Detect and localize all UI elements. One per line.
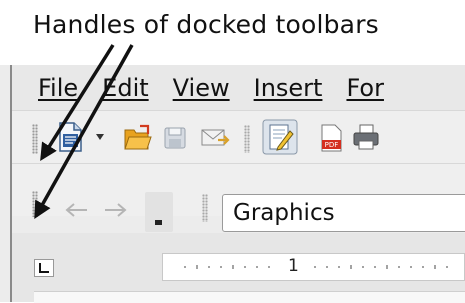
toolbar-options-button[interactable] bbox=[145, 192, 173, 232]
print-icon[interactable] bbox=[352, 123, 382, 151]
menu-file[interactable]: File bbox=[38, 74, 78, 102]
toolbar-options-icon bbox=[155, 220, 162, 225]
toolbar-separator bbox=[244, 125, 250, 153]
menu-edit[interactable]: Edit bbox=[102, 74, 148, 102]
menu-insert[interactable]: Insert bbox=[254, 74, 323, 102]
new-document-icon[interactable] bbox=[54, 121, 86, 153]
left-tab-icon bbox=[39, 263, 49, 273]
svg-text:PDF: PDF bbox=[325, 141, 339, 149]
paragraph-style-combo[interactable]: Graphics bbox=[222, 194, 465, 232]
ruler-area: 1 bbox=[12, 233, 465, 303]
menu-view[interactable]: View bbox=[173, 74, 230, 102]
menu-bar: File Edit View Insert For bbox=[12, 65, 465, 110]
horizontal-ruler[interactable]: 1 bbox=[162, 253, 465, 281]
paragraph-style-value: Graphics bbox=[233, 200, 335, 226]
menu-format[interactable]: For bbox=[346, 74, 384, 102]
dropdown-arrow-icon[interactable] bbox=[95, 133, 105, 141]
tab-stop-selector[interactable] bbox=[34, 259, 54, 277]
email-icon[interactable] bbox=[200, 126, 230, 150]
document-page-edge bbox=[34, 291, 465, 303]
annotation-caption: Handles of docked toolbars bbox=[33, 10, 379, 39]
save-icon[interactable] bbox=[162, 125, 188, 151]
open-folder-icon[interactable] bbox=[122, 123, 152, 153]
formatting-toolbar: Graphics bbox=[12, 163, 465, 232]
export-pdf-icon[interactable]: PDF bbox=[318, 123, 344, 153]
toolbar-handle-formatting[interactable] bbox=[32, 191, 38, 217]
standard-toolbar: PDF bbox=[12, 110, 465, 163]
edit-mode-icon[interactable] bbox=[262, 119, 298, 155]
ruler-number: 1 bbox=[288, 256, 299, 276]
toolbar-handle-standard[interactable] bbox=[32, 124, 38, 154]
toolbar-separator bbox=[202, 194, 208, 222]
forward-arrow-icon[interactable] bbox=[102, 200, 130, 220]
back-arrow-icon[interactable] bbox=[62, 200, 90, 220]
ruler-ticks bbox=[184, 265, 448, 269]
